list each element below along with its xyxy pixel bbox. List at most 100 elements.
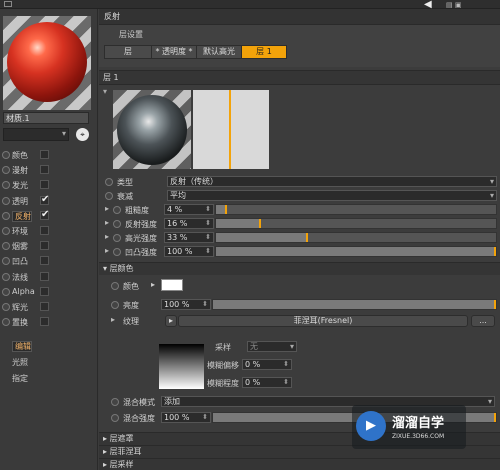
color-swatch[interactable]	[161, 279, 183, 291]
expand-arrow-icon[interactable]: ▸	[111, 315, 115, 324]
spinner-icon[interactable]: ⬍	[283, 378, 289, 387]
animate-dot-icon[interactable]	[2, 227, 10, 235]
reflection-strength-field[interactable]: 16 % ⬍	[164, 218, 214, 229]
roughness-slider[interactable]	[215, 204, 497, 215]
channel-checkbox[interactable]	[40, 180, 49, 190]
channel-checkbox[interactable]	[40, 194, 49, 205]
spinner-icon[interactable]: ⬍	[202, 413, 208, 422]
blur-offset-field[interactable]: 0 % ⬍	[242, 359, 292, 370]
channel-item[interactable]: 颜色	[0, 148, 60, 162]
animate-dot-icon[interactable]	[111, 398, 119, 406]
brightness-field[interactable]: 100 % ⬍	[161, 299, 211, 310]
tab-default-specular[interactable]: 默认高光	[196, 45, 242, 59]
expand-arrow-icon[interactable]: ▸	[105, 246, 109, 255]
channel-item[interactable]: 透明	[0, 194, 60, 208]
channel-checkbox[interactable]	[40, 317, 49, 327]
brightness-slider[interactable]	[212, 299, 497, 310]
roughness-field[interactable]: 4 % ⬍	[164, 204, 214, 215]
channel-item[interactable]: Alpha	[0, 285, 60, 299]
animate-dot-icon[interactable]	[113, 234, 121, 242]
channel-item[interactable]: 烟雾	[0, 239, 60, 253]
animate-dot-icon[interactable]	[111, 414, 119, 422]
spinner-icon[interactable]: ⬍	[205, 247, 211, 256]
channel-checkbox[interactable]	[40, 286, 49, 296]
animate-dot-icon[interactable]	[2, 318, 10, 327]
animate-dot-icon[interactable]	[2, 181, 10, 190]
spinner-icon[interactable]: ⬍	[205, 205, 211, 214]
grid-icon[interactable]	[4, 1, 12, 7]
channel-item[interactable]: 漫射	[0, 163, 60, 177]
channel-item[interactable]: 凹凸	[0, 254, 60, 268]
reflection-strength-slider[interactable]	[215, 218, 497, 229]
specular-strength-slider[interactable]	[215, 232, 497, 243]
material-preview[interactable]	[3, 16, 91, 110]
animate-dot-icon[interactable]	[111, 282, 119, 290]
slider-knob[interactable]	[494, 413, 496, 422]
animate-dot-icon[interactable]	[2, 303, 10, 311]
channel-item[interactable]: 环境	[0, 224, 60, 238]
pick-icon[interactable]: ⌖	[76, 128, 89, 141]
channel-checkbox[interactable]	[40, 209, 49, 220]
animate-dot-icon[interactable]	[111, 301, 119, 309]
slider-knob[interactable]	[258, 219, 261, 228]
texture-menu-button[interactable]: ▸	[165, 315, 177, 327]
slider-knob[interactable]	[494, 300, 496, 309]
layer-color-section[interactable]: ▾ 层颜色	[99, 262, 500, 275]
bump-strength-field[interactable]: 100 % ⬍	[164, 246, 214, 257]
animate-dot-icon[interactable]	[2, 166, 10, 175]
sidebar-item-assign[interactable]: 指定	[12, 373, 28, 384]
animate-dot-icon[interactable]	[2, 211, 10, 220]
material-dropdown[interactable]: ▾	[3, 128, 69, 141]
expand-arrow-icon[interactable]: ▸	[105, 204, 109, 213]
animate-dot-icon[interactable]	[113, 206, 121, 214]
animate-dot-icon[interactable]	[105, 178, 113, 186]
spinner-icon[interactable]: ⬍	[205, 219, 211, 228]
channel-item[interactable]: 反射	[0, 209, 60, 223]
tab-layer-1[interactable]: 层 1	[241, 45, 287, 59]
expand-arrow-icon[interactable]: ▸	[105, 232, 109, 241]
animate-dot-icon[interactable]	[2, 242, 10, 251]
blend-strength-field[interactable]: 100 % ⬍	[161, 412, 211, 423]
animate-dot-icon[interactable]	[113, 248, 121, 256]
slider-knob[interactable]	[306, 233, 309, 242]
channel-item[interactable]: 辉光	[0, 300, 60, 314]
animate-dot-icon[interactable]	[2, 151, 10, 159]
collapse-arrow-icon[interactable]: ▾	[103, 87, 107, 96]
spinner-icon[interactable]: ⬍	[283, 360, 289, 369]
type-select[interactable]: 反射（传统） ▾	[167, 176, 497, 187]
tab-transparency[interactable]: * 透明度 *	[151, 45, 197, 59]
sampling-select[interactable]: 无 ▾	[247, 341, 297, 352]
spinner-icon[interactable]: ⬍	[205, 233, 211, 242]
specular-strength-field[interactable]: 33 % ⬍	[164, 232, 214, 243]
falloff-select[interactable]: 平均 ▾	[167, 190, 497, 201]
expand-arrow-icon[interactable]: ▸	[105, 218, 109, 227]
channel-checkbox[interactable]	[40, 302, 49, 311]
layer-sampling-section[interactable]: ▸ 层采样	[99, 458, 500, 470]
sidebar-item-edit[interactable]: 编辑	[12, 341, 32, 352]
slider-knob[interactable]	[494, 247, 496, 256]
channel-checkbox[interactable]	[40, 165, 49, 175]
animate-dot-icon[interactable]	[2, 272, 10, 281]
channel-item[interactable]: 发光	[0, 178, 60, 192]
channel-checkbox[interactable]	[40, 150, 49, 159]
animate-dot-icon[interactable]	[2, 257, 10, 266]
sidebar-item-lighting[interactable]: 光照	[12, 357, 28, 368]
slider-knob[interactable]	[225, 205, 228, 214]
bump-strength-slider[interactable]	[215, 246, 497, 257]
animate-dot-icon[interactable]	[105, 192, 113, 200]
animate-dot-icon[interactable]	[113, 220, 121, 228]
channel-checkbox[interactable]	[40, 241, 49, 251]
blur-level-field[interactable]: 0 % ⬍	[242, 377, 292, 388]
more-button[interactable]: ...	[471, 315, 495, 327]
expand-arrow-icon[interactable]: ▸	[151, 280, 155, 289]
channel-checkbox[interactable]	[40, 256, 49, 266]
animate-dot-icon[interactable]	[2, 287, 10, 296]
channel-item[interactable]: 法线	[0, 270, 60, 284]
window-buttons-icon[interactable]: ▤ ▣	[446, 1, 461, 9]
tab-layer[interactable]: 层	[104, 45, 152, 59]
channel-checkbox[interactable]	[40, 226, 49, 235]
spinner-icon[interactable]: ⬍	[202, 300, 208, 309]
channel-item[interactable]: 置换	[0, 315, 60, 329]
material-name-field[interactable]: 材质.1	[3, 112, 89, 124]
fresnel-button[interactable]: 菲涅耳(Fresnel)	[178, 315, 468, 327]
